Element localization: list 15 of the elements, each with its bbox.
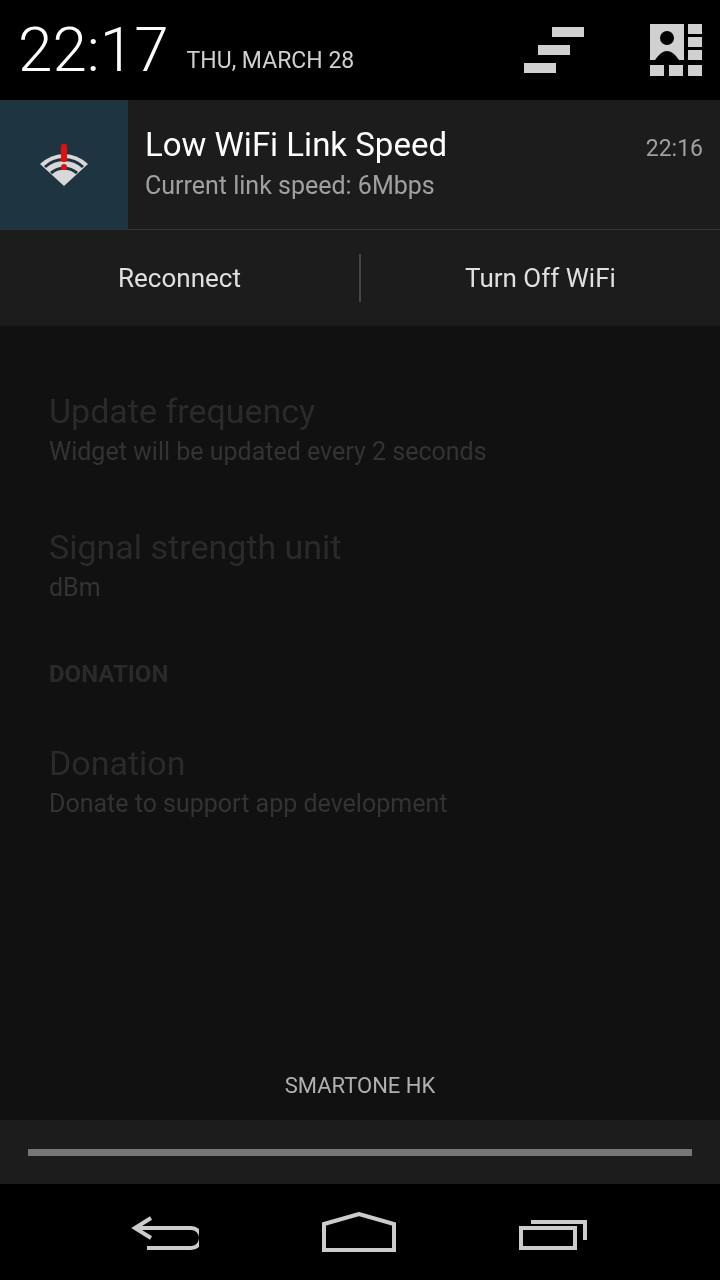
notification-text: Current link speed: 6Mbps — [145, 170, 436, 203]
notification-title: Low WiFi Link Speed — [145, 124, 448, 166]
clear-notifications-icon[interactable] — [524, 27, 584, 73]
notification-time: 22:16 — [645, 134, 704, 164]
panel-handle[interactable] — [0, 1120, 720, 1184]
clock-time: 22:17 — [18, 19, 169, 81]
home-icon[interactable] — [322, 1212, 396, 1252]
notification-card[interactable]: Low WiFi Link Speed Current link speed: 6Mbps 22:16 — [0, 100, 720, 230]
notification-action-button[interactable]: Turn Off WiFi — [361, 230, 720, 326]
date-text: THU, MARCH 28 — [186, 45, 355, 76]
wifi-warning-icon — [40, 143, 88, 186]
quick-settings-icon[interactable] — [650, 24, 702, 76]
carrier-name: SMARTONE HK — [284, 1071, 436, 1100]
notification-action-button[interactable]: Reconnect — [0, 230, 359, 326]
back-icon[interactable] — [131, 1214, 200, 1250]
